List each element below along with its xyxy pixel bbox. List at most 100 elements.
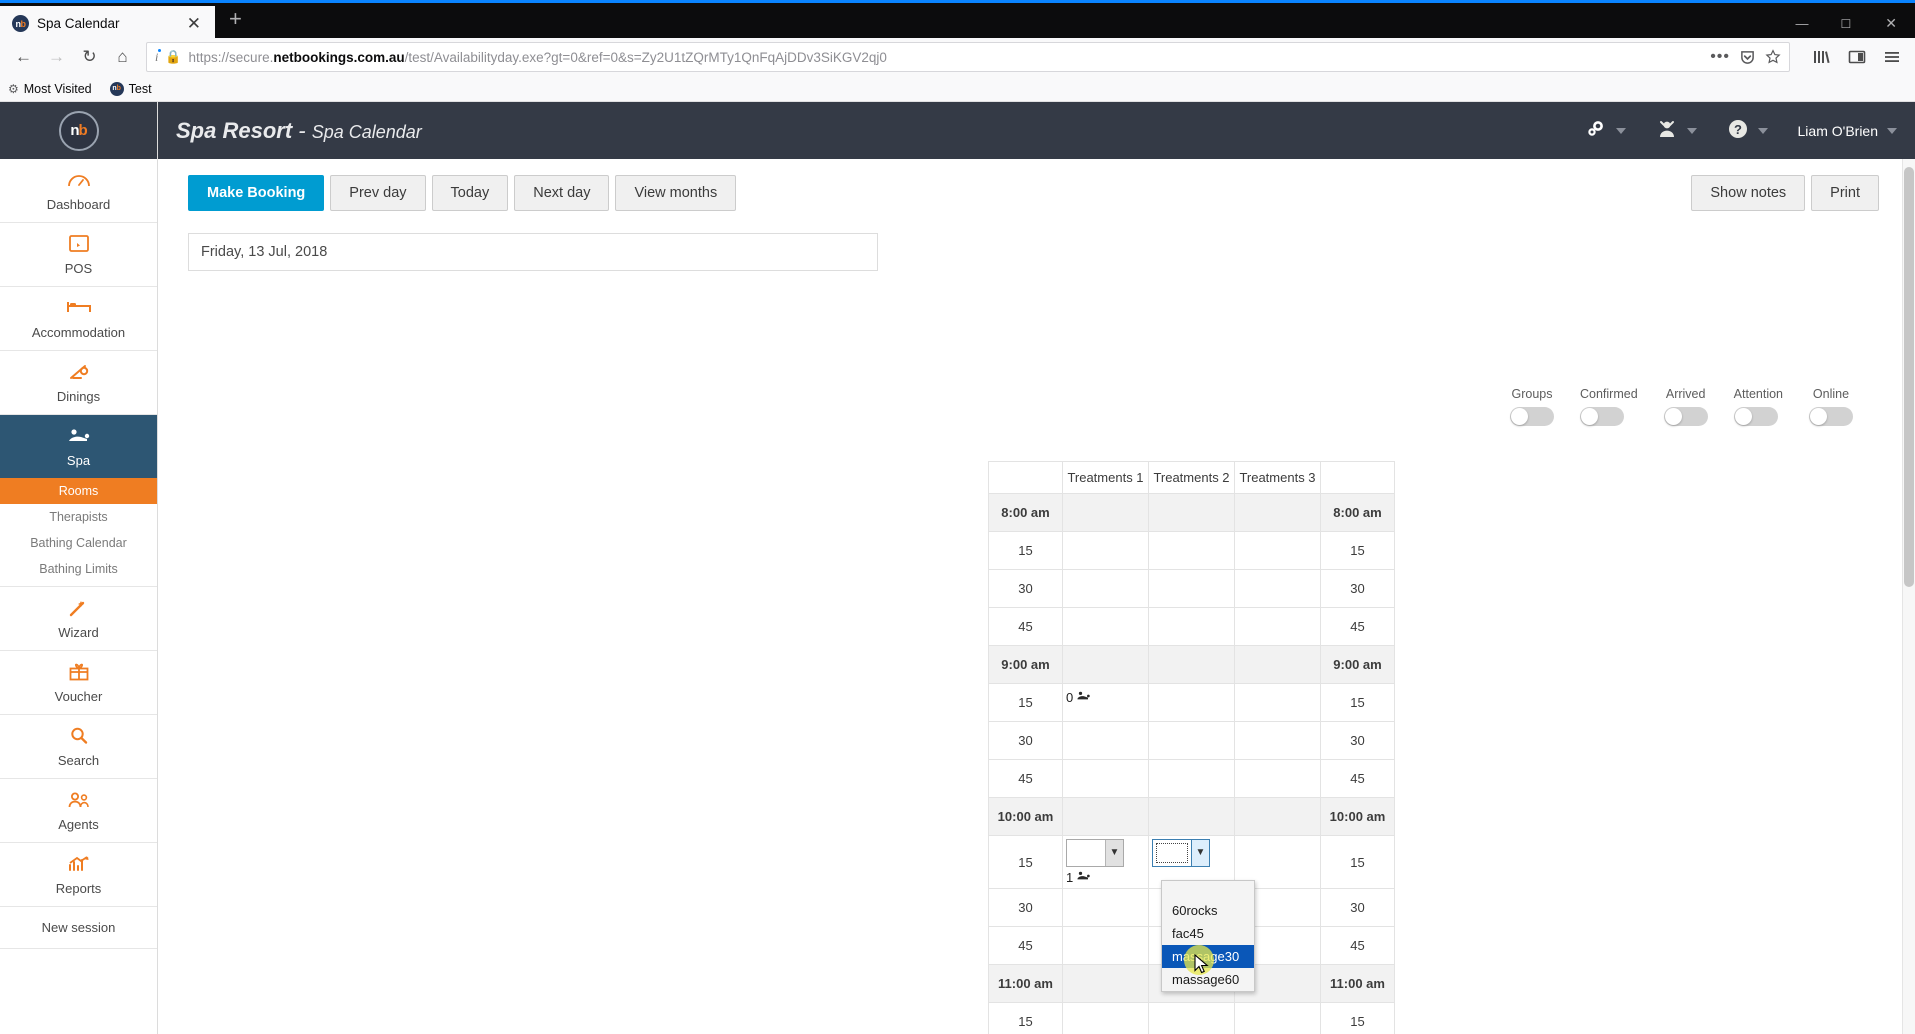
- sidebar-item-voucher[interactable]: Voucher: [0, 651, 157, 715]
- chevron-down-icon[interactable]: ▼: [1191, 840, 1209, 866]
- print-button[interactable]: Print: [1811, 175, 1879, 211]
- toggle-switch[interactable]: [1509, 407, 1554, 426]
- column-treatments-3[interactable]: Treatments 3: [1234, 461, 1321, 494]
- slot-cell[interactable]: [1062, 759, 1149, 798]
- slot-cell[interactable]: [1062, 569, 1149, 608]
- close-icon[interactable]: ✕: [181, 15, 207, 32]
- treatment-select-2[interactable]: ▼: [1152, 839, 1210, 867]
- slot-cell[interactable]: [1148, 531, 1235, 570]
- toggle-switch[interactable]: [1733, 407, 1778, 426]
- slot-cell[interactable]: [1148, 1002, 1235, 1034]
- slot-cell[interactable]: [1234, 645, 1321, 684]
- filter-groups[interactable]: Groups: [1509, 387, 1554, 426]
- slot-cell[interactable]: [1062, 607, 1149, 646]
- filter-arrived[interactable]: Arrived: [1663, 387, 1708, 426]
- slot-cell[interactable]: [1062, 964, 1149, 1003]
- slot-cell-treatment-select-1[interactable]: ▼ 1: [1062, 835, 1149, 889]
- home-icon[interactable]: ⌂: [107, 42, 138, 73]
- slot-cell[interactable]: [1234, 759, 1321, 798]
- sidebar-item-dinings[interactable]: Dinings: [0, 351, 157, 415]
- slot-cell[interactable]: [1148, 759, 1235, 798]
- slot-cell[interactable]: [1148, 683, 1235, 722]
- reload-icon[interactable]: ↻: [74, 42, 105, 73]
- slot-cell[interactable]: [1148, 721, 1235, 760]
- filter-attention[interactable]: Attention: [1733, 387, 1783, 426]
- column-treatments-2[interactable]: Treatments 2: [1148, 461, 1235, 494]
- column-treatments-1[interactable]: Treatments 1: [1062, 461, 1149, 494]
- dropdown-option-fac45[interactable]: fac45: [1162, 922, 1254, 945]
- hamburger-menu-icon[interactable]: [1876, 42, 1907, 73]
- maximize-button[interactable]: ☐: [1825, 17, 1868, 31]
- sidebar-subitem-bathing-limits[interactable]: Bathing Limits: [0, 556, 157, 582]
- slot-cell[interactable]: [1234, 607, 1321, 646]
- slot-cell[interactable]: [1148, 607, 1235, 646]
- new-tab-button[interactable]: +: [215, 8, 256, 30]
- back-icon[interactable]: ←: [8, 42, 39, 73]
- sidebar-item-wizard[interactable]: Wizard: [0, 587, 157, 651]
- dropdown-option-60rocks[interactable]: 60rocks: [1162, 899, 1254, 922]
- slot-cell[interactable]: [1148, 569, 1235, 608]
- toggle-switch[interactable]: [1663, 407, 1708, 426]
- slot-cell[interactable]: [1062, 493, 1149, 532]
- slot-cell[interactable]: [1148, 493, 1235, 532]
- slot-cell[interactable]: [1148, 645, 1235, 684]
- slot-cell[interactable]: [1062, 531, 1149, 570]
- toggle-switch[interactable]: [1579, 407, 1624, 426]
- slot-cell[interactable]: [1234, 683, 1321, 722]
- page-scrollbar[interactable]: [1902, 159, 1915, 1034]
- today-button[interactable]: Today: [431, 175, 509, 211]
- sidebar-item-new-session[interactable]: New session: [0, 907, 157, 949]
- treatment-dropdown-list[interactable]: 60rocks fac45 massage30 massage60: [1161, 880, 1255, 992]
- sidebar-toggle-icon[interactable]: [1841, 42, 1872, 73]
- next-day-button[interactable]: Next day: [514, 175, 610, 211]
- slot-cell[interactable]: [1234, 569, 1321, 608]
- slot-cell[interactable]: [1062, 1002, 1149, 1034]
- page-actions-icon[interactable]: •••: [1710, 49, 1730, 65]
- scrollbar-thumb[interactable]: [1904, 167, 1914, 587]
- sidebar-subitem-bathing-calendar[interactable]: Bathing Calendar: [0, 530, 157, 556]
- pocket-icon[interactable]: [1740, 50, 1755, 65]
- slot-cell[interactable]: [1062, 721, 1149, 760]
- treatment-select-1[interactable]: ▼: [1066, 839, 1124, 867]
- sidebar-item-search[interactable]: Search: [0, 715, 157, 779]
- sidebar-item-pos[interactable]: POS: [0, 223, 157, 287]
- slot-cell[interactable]: [1234, 797, 1321, 836]
- address-bar[interactable]: i 🔒 https://secure.netbookings.com.au/te…: [146, 42, 1790, 72]
- slot-cell[interactable]: [1148, 797, 1235, 836]
- forward-icon[interactable]: →: [41, 42, 72, 73]
- account-menu[interactable]: Liam O'Brien: [1798, 123, 1897, 139]
- library-icon[interactable]: [1806, 42, 1837, 73]
- bookmark-test[interactable]: nb Test: [109, 81, 152, 96]
- sidebar-item-reports[interactable]: Reports: [0, 843, 157, 907]
- slot-cell[interactable]: [1234, 721, 1321, 760]
- dropdown-option-massage30[interactable]: massage30: [1162, 945, 1254, 968]
- make-booking-button[interactable]: Make Booking: [188, 175, 325, 211]
- filter-online[interactable]: Online: [1809, 387, 1853, 426]
- sidebar-item-accommodation[interactable]: Accommodation: [0, 287, 157, 351]
- slot-cell[interactable]: [1062, 797, 1149, 836]
- bookmark-most-visited[interactable]: ⚙ Most Visited: [8, 82, 92, 96]
- slot-cell-booking-count[interactable]: 0: [1062, 683, 1149, 722]
- sidebar-item-dashboard[interactable]: Dashboard: [0, 159, 157, 223]
- user-menu[interactable]: [1656, 119, 1697, 142]
- dropdown-option-massage60[interactable]: massage60: [1162, 968, 1254, 991]
- help-menu[interactable]: ?: [1727, 118, 1768, 143]
- sidebar-subitem-rooms[interactable]: Rooms: [0, 478, 157, 504]
- sidebar-item-agents[interactable]: Agents: [0, 779, 157, 843]
- brand-logo[interactable]: nb: [0, 102, 157, 159]
- slot-cell[interactable]: [1062, 645, 1149, 684]
- filter-confirmed[interactable]: Confirmed: [1579, 387, 1638, 426]
- show-notes-button[interactable]: Show notes: [1691, 175, 1806, 211]
- browser-tab[interactable]: nb Spa Calendar ✕: [0, 6, 215, 41]
- minimize-button[interactable]: —: [1780, 16, 1825, 31]
- sidebar-subitem-therapists[interactable]: Therapists: [0, 504, 157, 530]
- slot-cell[interactable]: [1234, 531, 1321, 570]
- page-info-icon[interactable]: i: [155, 48, 163, 65]
- slot-cell[interactable]: [1062, 926, 1149, 965]
- chevron-down-icon[interactable]: ▼: [1105, 840, 1123, 866]
- slot-cell[interactable]: [1234, 493, 1321, 532]
- close-window-button[interactable]: ✕: [1867, 15, 1915, 32]
- view-months-button[interactable]: View months: [615, 175, 737, 211]
- toggle-switch[interactable]: [1809, 407, 1853, 426]
- slot-cell[interactable]: [1234, 1002, 1321, 1034]
